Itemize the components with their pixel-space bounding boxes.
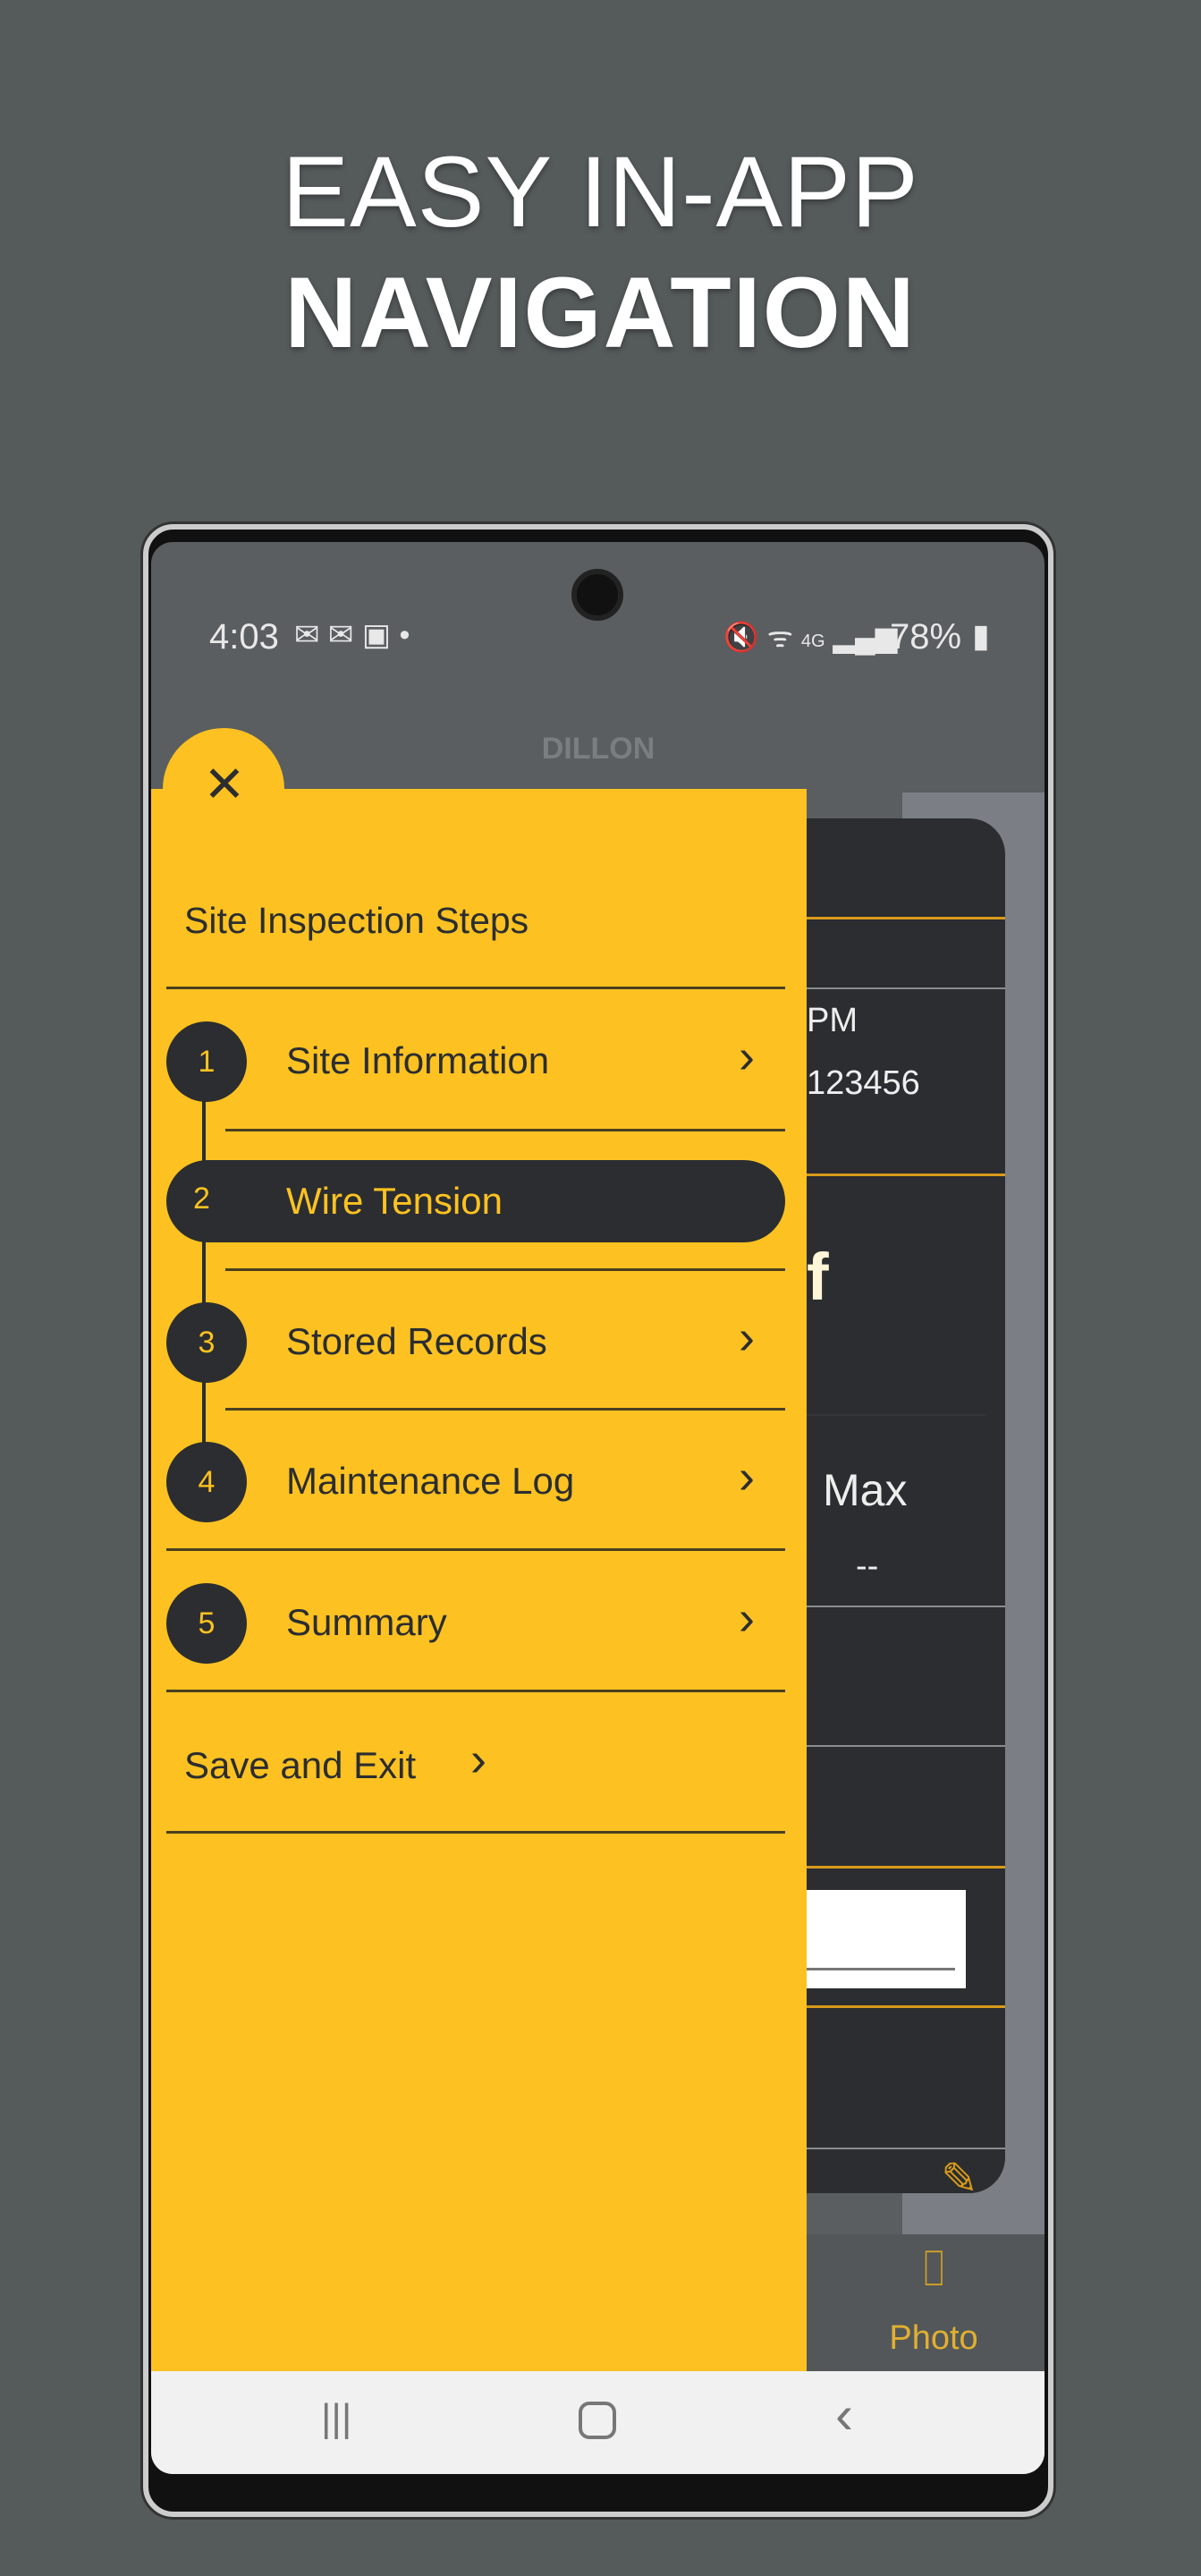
divider <box>807 917 1005 919</box>
app-logo: DILLON <box>541 732 655 766</box>
chevron-right-icon: › <box>739 1030 755 1083</box>
max-value: -- <box>856 1547 879 1585</box>
back-icon[interactable]: ‹ <box>835 2384 853 2445</box>
headline-line-2: NAVIGATION <box>284 257 917 369</box>
divider <box>807 1414 985 1416</box>
unit-fragment: f <box>807 1240 829 1314</box>
step-number: 1 <box>166 1021 247 1102</box>
camera-icon[interactable]: ⌷ <box>884 2239 983 2299</box>
step-number: 4 <box>166 1442 247 1522</box>
edit-icon[interactable]: ✎ <box>941 2153 978 2205</box>
save-and-exit-label: Save and Exit <box>184 1744 417 1786</box>
divider <box>807 2148 1005 2149</box>
step-number: 2 <box>193 1182 210 1216</box>
step-label: Maintenance Log <box>286 1460 575 1502</box>
close-icon[interactable]: ✕ <box>200 755 249 814</box>
signal-icons: 🔇 ᯤ 4G ▂▄▆ <box>723 621 898 653</box>
notification-icons: ✉ ✉ ▣ • <box>294 618 410 652</box>
step-wire-tension-active[interactable]: 2 Wire Tension <box>166 1160 785 1242</box>
step-stored-records[interactable]: 3 Stored Records › <box>166 1302 785 1383</box>
step-number: 3 <box>166 1302 247 1383</box>
divider <box>225 1129 785 1131</box>
photo-button-label[interactable]: Photo <box>867 2319 1001 2358</box>
battery-level: 78% <box>890 617 962 657</box>
network-type: 4G <box>800 631 825 651</box>
drawer-title: Site Inspection Steps <box>184 900 529 941</box>
chevron-right-icon: › <box>470 1733 486 1786</box>
chevron-right-icon: › <box>739 1591 755 1645</box>
camera-icon <box>571 569 623 621</box>
recent-apps-icon[interactable]: ||| <box>321 2396 351 2441</box>
divider <box>807 987 1005 989</box>
step-site-information[interactable]: 1 Site Information › <box>166 1021 785 1102</box>
divider <box>807 2005 1005 2008</box>
max-label: Max <box>823 1465 908 1515</box>
battery-icon: ▮ <box>972 617 990 654</box>
home-icon[interactable] <box>579 2402 616 2439</box>
step-connector <box>202 1061 206 1481</box>
divider <box>807 1174 1005 1176</box>
save-and-exit-button[interactable]: Save and Exit › <box>184 1733 560 1800</box>
text-input[interactable] <box>807 1890 966 1988</box>
status-time: 4:03 <box>209 617 279 657</box>
step-label: Wire Tension <box>286 1180 503 1222</box>
divider <box>166 1831 785 1834</box>
step-label: Stored Records <box>286 1320 547 1362</box>
divider <box>166 1548 785 1551</box>
divider <box>807 1866 1005 1868</box>
background-card: PM 123456 f Max -- ✎ <box>807 818 1005 2204</box>
phone-screen: 4:03 ✉ ✉ ▣ • 🔇 ᯤ 4G ▂▄▆ 78% ▮ DILLON PM … <box>151 542 1045 2474</box>
divider <box>166 987 785 989</box>
step-label: Summary <box>286 1601 447 1643</box>
divider <box>807 1745 1005 1747</box>
step-number: 5 <box>166 1583 247 1664</box>
system-nav-bar: ||| ‹ <box>151 2371 1045 2474</box>
divider <box>225 1268 785 1271</box>
divider <box>225 1408 785 1411</box>
divider <box>807 1606 1005 1607</box>
time-fragment: PM <box>807 1002 858 1039</box>
chevron-right-icon: › <box>739 1450 755 1504</box>
id-fragment: 123456 <box>807 1064 920 1102</box>
chevron-right-icon: › <box>739 1310 755 1364</box>
divider <box>166 1690 785 1692</box>
headline-line-1: EASY IN-APP <box>282 136 919 248</box>
step-summary[interactable]: 5 Summary › <box>166 1583 785 1664</box>
step-maintenance-log[interactable]: 4 Maintenance Log › <box>166 1442 785 1522</box>
step-label: Site Information <box>286 1039 550 1081</box>
